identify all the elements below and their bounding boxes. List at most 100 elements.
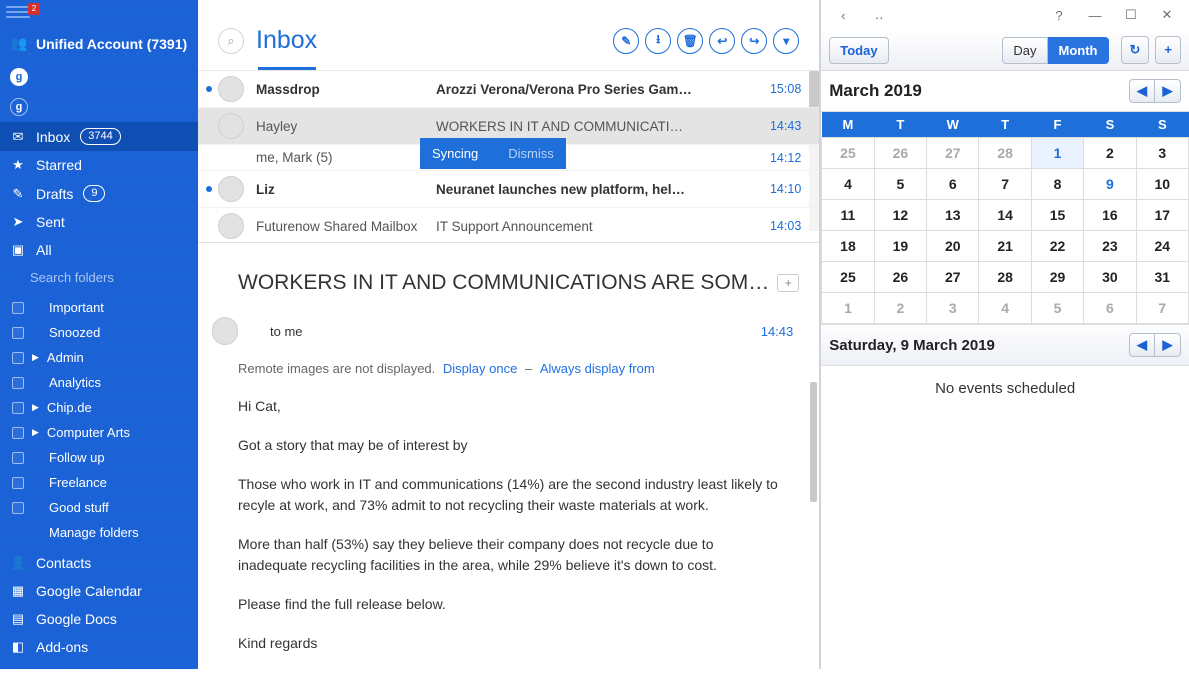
calendar-day[interactable]: 16	[1084, 200, 1136, 231]
message-row[interactable]: Futurenow Shared MailboxIT Support Annou…	[198, 208, 819, 242]
folder-good-stuff[interactable]: Good stuff	[12, 495, 198, 520]
minimize-icon[interactable]: —	[1081, 4, 1109, 26]
folder-chip-de[interactable]: ▶Chip.de	[12, 395, 198, 420]
calendar-day[interactable]: 17	[1136, 200, 1188, 231]
nav-starred[interactable]: ★Starred	[0, 151, 198, 179]
folder-important[interactable]: Important	[12, 295, 198, 320]
calendar-day[interactable]: 6	[927, 169, 979, 200]
account-header[interactable]: 👥 Unified Account (7391)	[0, 25, 198, 62]
checkbox[interactable]	[12, 327, 24, 339]
calendar-day[interactable]: 30	[1084, 262, 1136, 293]
calendar-day[interactable]: 18	[822, 231, 874, 262]
calendar-day[interactable]: 25	[822, 262, 874, 293]
calendar-day[interactable]: 10	[1136, 169, 1188, 200]
search-folders[interactable]: Search folders	[0, 264, 198, 291]
folder-analytics[interactable]: Analytics	[12, 370, 198, 395]
checkbox[interactable]	[12, 502, 24, 514]
calendar-day[interactable]: 25	[822, 138, 874, 169]
checkbox[interactable]	[12, 402, 24, 414]
calendar-day[interactable]: 1	[1031, 138, 1083, 169]
calendar-day[interactable]: 4	[822, 169, 874, 200]
calendar-day[interactable]: 11	[822, 200, 874, 231]
day-button[interactable]: Day	[1002, 37, 1047, 64]
calendar-day[interactable]: 22	[1031, 231, 1083, 262]
calendar-day[interactable]: 2	[1084, 138, 1136, 169]
download-icon[interactable]: ⭳	[645, 28, 671, 54]
calendar-day[interactable]: 26	[874, 262, 926, 293]
help-icon[interactable]: ?	[1045, 4, 1073, 26]
calendar-day[interactable]: 1	[822, 293, 874, 324]
calendar-day[interactable]: 12	[874, 200, 926, 231]
calendar-day[interactable]: 13	[927, 200, 979, 231]
calendar-day[interactable]: 3	[927, 293, 979, 324]
next-day-icon[interactable]: ▶	[1155, 333, 1181, 357]
folder-follow-up[interactable]: Follow up	[12, 445, 198, 470]
search-icon[interactable]: ⌕	[218, 28, 244, 54]
always-display-link[interactable]: Always display from	[540, 361, 655, 376]
sidebar-google-docs[interactable]: ▤Google Docs	[0, 605, 198, 633]
maximize-icon[interactable]: ☐	[1117, 4, 1145, 26]
overflow-icon[interactable]: ‥	[865, 4, 893, 26]
sidebar-google-calendar[interactable]: ▦Google Calendar	[0, 577, 198, 605]
calendar-day[interactable]: 2	[874, 293, 926, 324]
folder-computer-arts[interactable]: ▶Computer Arts	[12, 420, 198, 445]
add-event-icon[interactable]: +	[1155, 36, 1181, 64]
folder-freelance[interactable]: Freelance	[12, 470, 198, 495]
calendar-day[interactable]: 4	[979, 293, 1031, 324]
checkbox[interactable]	[12, 352, 24, 364]
refresh-icon[interactable]: ↻	[1121, 36, 1150, 64]
reply-icon[interactable]: ↩	[709, 28, 735, 54]
menu-icon[interactable]	[6, 6, 30, 22]
calendar-day[interactable]: 3	[1136, 138, 1188, 169]
prev-day-icon[interactable]: ◀	[1129, 333, 1155, 357]
calendar-day[interactable]: 7	[1136, 293, 1188, 324]
dismiss-button[interactable]: Dismiss	[508, 146, 554, 161]
calendar-day[interactable]: 21	[979, 231, 1031, 262]
subaccount-2[interactable]: g	[0, 92, 198, 122]
checkbox[interactable]	[12, 302, 24, 314]
calendar-day[interactable]: 14	[979, 200, 1031, 231]
nav-drafts[interactable]: ✎Drafts9	[0, 179, 198, 208]
calendar-day[interactable]: 7	[979, 169, 1031, 200]
calendar-day[interactable]: 5	[1031, 293, 1083, 324]
calendar-day[interactable]: 20	[927, 231, 979, 262]
edit-icon[interactable]: ✎	[613, 28, 639, 54]
month-button[interactable]: Month	[1048, 37, 1109, 64]
calendar-day[interactable]: 27	[927, 138, 979, 169]
checkbox[interactable]	[12, 377, 24, 389]
dropdown-icon[interactable]: ▾	[773, 28, 799, 54]
calendar-day[interactable]: 23	[1084, 231, 1136, 262]
folder-admin[interactable]: ▶Admin	[12, 345, 198, 370]
sidebar-add-ons[interactable]: ◧Add-ons	[0, 633, 198, 661]
nav-all[interactable]: ▣All	[0, 236, 198, 264]
prev-month-icon[interactable]: ◀	[1129, 79, 1155, 103]
calendar-day[interactable]: 15	[1031, 200, 1083, 231]
subaccount-1[interactable]: g	[0, 62, 198, 92]
calendar-day[interactable]: 28	[979, 138, 1031, 169]
more-icon[interactable]: ⋯	[0, 667, 198, 696]
next-month-icon[interactable]: ▶	[1155, 79, 1181, 103]
add-tag-icon[interactable]: +	[777, 274, 799, 292]
forward-icon[interactable]: ↪	[741, 28, 767, 54]
delete-icon[interactable]: 🗑	[677, 28, 703, 54]
calendar-day[interactable]: 6	[1084, 293, 1136, 324]
calendar-day[interactable]: 26	[874, 138, 926, 169]
nav-sent[interactable]: ➤Sent	[0, 208, 198, 236]
display-once-link[interactable]: Display once	[443, 361, 517, 376]
back-icon[interactable]: ‹	[829, 4, 857, 26]
calendar-day[interactable]: 28	[979, 262, 1031, 293]
message-row[interactable]: LizNeuranet launches new platform, hel…1…	[198, 171, 819, 208]
sidebar-contacts[interactable]: 👤Contacts	[0, 549, 198, 577]
nav-inbox[interactable]: ✉Inbox3744	[0, 122, 198, 151]
today-button[interactable]: Today	[829, 37, 888, 64]
calendar-day[interactable]: 29	[1031, 262, 1083, 293]
close-icon[interactable]: ✕	[1153, 4, 1181, 26]
message-row[interactable]: MassdropArozzi Verona/Verona Pro Series …	[198, 71, 819, 108]
calendar-day[interactable]: 27	[927, 262, 979, 293]
calendar-day[interactable]: 8	[1031, 169, 1083, 200]
calendar-day[interactable]: 19	[874, 231, 926, 262]
checkbox[interactable]	[12, 452, 24, 464]
calendar-day[interactable]: 5	[874, 169, 926, 200]
calendar-day[interactable]: 9	[1084, 169, 1136, 200]
folder-manage-folders[interactable]: Manage folders	[12, 520, 198, 545]
